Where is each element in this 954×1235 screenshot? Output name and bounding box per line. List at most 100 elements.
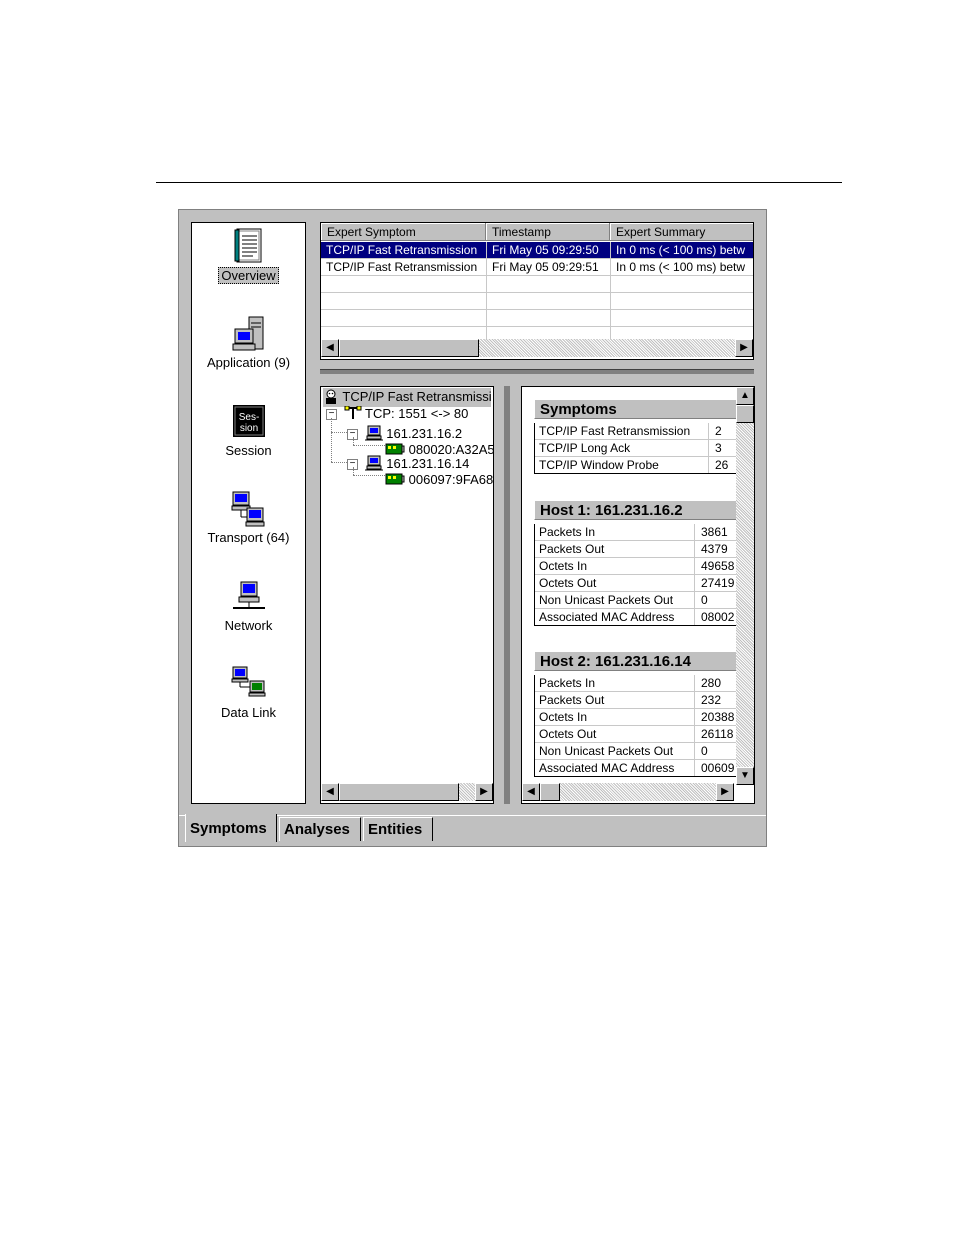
table-cell: 08002 bbox=[701, 610, 735, 624]
scroll-left-button[interactable]: ◀ bbox=[522, 783, 540, 801]
svg-text:Ses-: Ses- bbox=[238, 412, 259, 423]
table-row: Octets In 20388 bbox=[535, 709, 754, 726]
table-cell: TCP/IP Long Ack bbox=[535, 440, 709, 456]
horizontal-scrollbar[interactable]: ◀ ▶ bbox=[321, 339, 753, 357]
table-cell: Packets Out bbox=[535, 541, 695, 557]
scroll-right-button[interactable]: ▶ bbox=[735, 339, 753, 357]
table-row[interactable]: TCP/IP Fast Retransmission Fri May 05 09… bbox=[321, 242, 753, 259]
sidebar-item-application[interactable]: Application (9) bbox=[192, 315, 305, 370]
table-cell: Octets Out bbox=[535, 575, 695, 591]
tree-node-label: 006097:9FA68 bbox=[408, 472, 494, 487]
section-title: Symptoms bbox=[534, 399, 754, 419]
host-computer-icon bbox=[364, 455, 383, 474]
expert-person-icon bbox=[323, 388, 339, 407]
table-row: Associated MAC Address 00609 bbox=[535, 760, 754, 776]
scroll-thumb[interactable] bbox=[339, 339, 479, 357]
detail-pane: Symptoms TCP/IP Fast Retransmission 2 TC… bbox=[521, 386, 755, 804]
table-cell: Non Unicast Packets Out bbox=[535, 592, 695, 608]
table-cell: 3 bbox=[715, 441, 722, 455]
sidebar-item-session[interactable]: Ses- sion Session bbox=[192, 403, 305, 458]
symptom-table: Expert Symptom Timestamp Expert Summary … bbox=[320, 222, 754, 360]
host2-table: Packets In 280 Packets Out 232 Octets In… bbox=[534, 675, 754, 777]
scroll-left-button[interactable]: ◀ bbox=[321, 783, 339, 801]
scroll-thumb[interactable] bbox=[339, 783, 459, 801]
tab-entities[interactable]: Entities bbox=[363, 817, 433, 841]
table-cell: 20388 bbox=[701, 710, 735, 724]
tree-node-label: 161.231.16.14 bbox=[386, 455, 470, 471]
page-rule bbox=[156, 182, 842, 183]
sidebar-item-label: Application (9) bbox=[206, 355, 291, 370]
sidebar-item-network[interactable]: Network bbox=[192, 578, 305, 633]
table-cell: Packets Out bbox=[535, 692, 695, 708]
scroll-thumb[interactable] bbox=[540, 783, 560, 801]
table-cell: TCP/IP Window Probe bbox=[535, 457, 709, 473]
horizontal-splitter[interactable] bbox=[320, 369, 754, 374]
table-row: Packets Out 232 bbox=[535, 692, 754, 709]
tree-node-connection[interactable]: − TCP: 1551 <-> 80 bbox=[326, 405, 468, 423]
table-cell: Associated MAC Address bbox=[535, 760, 695, 776]
table-row bbox=[321, 293, 753, 310]
scroll-right-button[interactable]: ▶ bbox=[475, 783, 493, 801]
host-computer-icon bbox=[364, 425, 383, 444]
table-cell: 26 bbox=[715, 458, 729, 472]
table-cell: In 0 ms (< 100 ms) betw bbox=[611, 242, 753, 258]
entity-tree: TCP/IP Fast Retransmissio − TCP: 1551 <-… bbox=[320, 386, 494, 804]
scroll-right-button[interactable]: ▶ bbox=[716, 783, 734, 801]
table-row bbox=[321, 276, 753, 293]
table-cell: TCP/IP Fast Retransmission bbox=[321, 259, 487, 275]
tcp-connection-icon bbox=[344, 405, 362, 423]
network-computer-icon bbox=[231, 578, 267, 616]
host1-table: Packets In 3861 Packets Out 4379 Octets … bbox=[534, 524, 754, 626]
network-card-icon bbox=[385, 472, 405, 489]
table-cell: 232 bbox=[701, 693, 722, 707]
table-row: Octets Out 27419 bbox=[535, 575, 754, 592]
layer-sidebar: Overview Application (9) Ses- sion Sessi… bbox=[191, 222, 306, 804]
tab-symptoms[interactable]: Symptoms bbox=[185, 814, 277, 842]
tree-node-label: 161.231.16.2 bbox=[386, 425, 463, 441]
data-link-icon bbox=[231, 665, 267, 703]
sidebar-item-overview[interactable]: Overview bbox=[192, 227, 305, 284]
scroll-up-button[interactable]: ▲ bbox=[736, 387, 754, 405]
table-cell: Packets In bbox=[535, 675, 695, 691]
sidebar-item-data-link[interactable]: Data Link bbox=[192, 665, 305, 720]
table-cell: Octets In bbox=[535, 709, 695, 725]
table-cell: Packets In bbox=[535, 524, 695, 540]
sidebar-item-transport[interactable]: Transport (64) bbox=[192, 490, 305, 545]
vertical-scrollbar[interactable]: ▲ ▼ bbox=[736, 387, 754, 785]
table-row: Packets In 280 bbox=[535, 675, 754, 692]
tree-root[interactable]: TCP/IP Fast Retransmissio bbox=[323, 388, 491, 407]
computer-server-icon bbox=[231, 315, 267, 353]
table-row[interactable]: TCP/IP Fast Retransmission Fri May 05 09… bbox=[321, 259, 753, 276]
table-row: TCP/IP Window Probe 26 bbox=[535, 457, 754, 473]
sidebar-item-label: Session bbox=[225, 443, 272, 458]
sidebar-item-label: Data Link bbox=[221, 705, 276, 720]
table-cell: 27419 bbox=[701, 576, 735, 590]
notebook-icon bbox=[231, 227, 267, 265]
tab-analyses[interactable]: Analyses bbox=[279, 817, 361, 841]
table-cell: Fri May 05 09:29:50 bbox=[487, 242, 611, 258]
scroll-down-button[interactable]: ▼ bbox=[736, 767, 754, 785]
column-header[interactable]: Expert Summary bbox=[610, 223, 753, 241]
table-row: Packets In 3861 bbox=[535, 524, 754, 541]
symptoms-table: TCP/IP Fast Retransmission 2 TCP/IP Long… bbox=[534, 423, 754, 474]
sidebar-item-label: Network bbox=[224, 618, 273, 633]
tree-node-mac[interactable]: 006097:9FA68 bbox=[385, 472, 493, 489]
transport-computers-icon bbox=[231, 490, 267, 528]
table-row: Octets Out 26118 bbox=[535, 726, 754, 743]
table-row: Non Unicast Packets Out 0 bbox=[535, 592, 754, 609]
table-row: TCP/IP Long Ack 3 bbox=[535, 440, 754, 457]
column-header[interactable]: Expert Symptom bbox=[321, 223, 486, 241]
table-row bbox=[321, 310, 753, 327]
section-title: Host 2: 161.231.16.14 bbox=[534, 651, 754, 671]
table-cell: 49658 bbox=[701, 559, 735, 573]
horizontal-scrollbar[interactable]: ◀ ▶ bbox=[321, 783, 493, 801]
column-header[interactable]: Timestamp bbox=[486, 223, 610, 241]
table-cell: TCP/IP Fast Retransmission bbox=[535, 423, 709, 439]
scroll-thumb[interactable] bbox=[736, 405, 754, 423]
scroll-left-button[interactable]: ◀ bbox=[321, 339, 339, 357]
table-row: Octets In 49658 bbox=[535, 558, 754, 575]
horizontal-scrollbar[interactable]: ◀ ▶ bbox=[522, 783, 734, 801]
section-title: Host 1: 161.231.16.2 bbox=[534, 500, 754, 520]
svg-text:sion: sion bbox=[239, 423, 257, 434]
vertical-splitter[interactable] bbox=[504, 386, 510, 804]
